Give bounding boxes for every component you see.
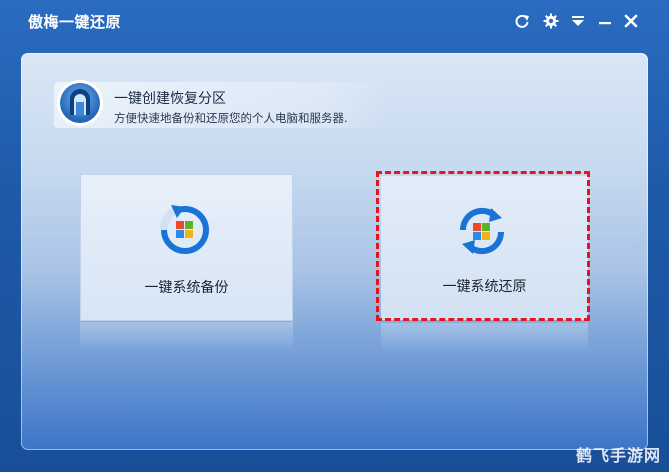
system-backup-card[interactable]: 一键系统备份 — [80, 174, 293, 321]
refresh-icon — [515, 14, 529, 28]
minimize-button[interactable] — [594, 10, 616, 32]
watermark: 鹤飞手游网 — [575, 446, 661, 465]
backup-icon — [157, 201, 213, 257]
minimize-icon — [599, 22, 611, 25]
info-subtitle: 方便快速地备份和还原您的个人电脑和服务器. — [114, 111, 348, 125]
partition-icon — [55, 78, 105, 128]
menu-button[interactable] — [567, 10, 589, 32]
settings-button[interactable] — [540, 10, 562, 32]
window-title: 傲梅一键还原 — [28, 13, 122, 31]
close-button[interactable] — [620, 10, 642, 32]
backup-label: 一键系统备份 — [144, 280, 229, 296]
gear-icon — [543, 13, 559, 29]
info-title: 一键创建恢复分区 — [114, 91, 226, 107]
title-bar: 傲梅一键还原 — [0, 0, 669, 42]
menu-icon — [572, 16, 584, 26]
restore-card-reflection — [381, 323, 588, 353]
close-icon — [624, 14, 638, 28]
refresh-button[interactable] — [511, 10, 533, 32]
app-window: 傲梅一键还原 一键创建恢复分区 方便快速地备份和还原您的个人电脑和服务器. 一键… — [0, 0, 669, 472]
restore-highlight-frame — [376, 171, 590, 321]
backup-card-reflection — [80, 322, 293, 352]
